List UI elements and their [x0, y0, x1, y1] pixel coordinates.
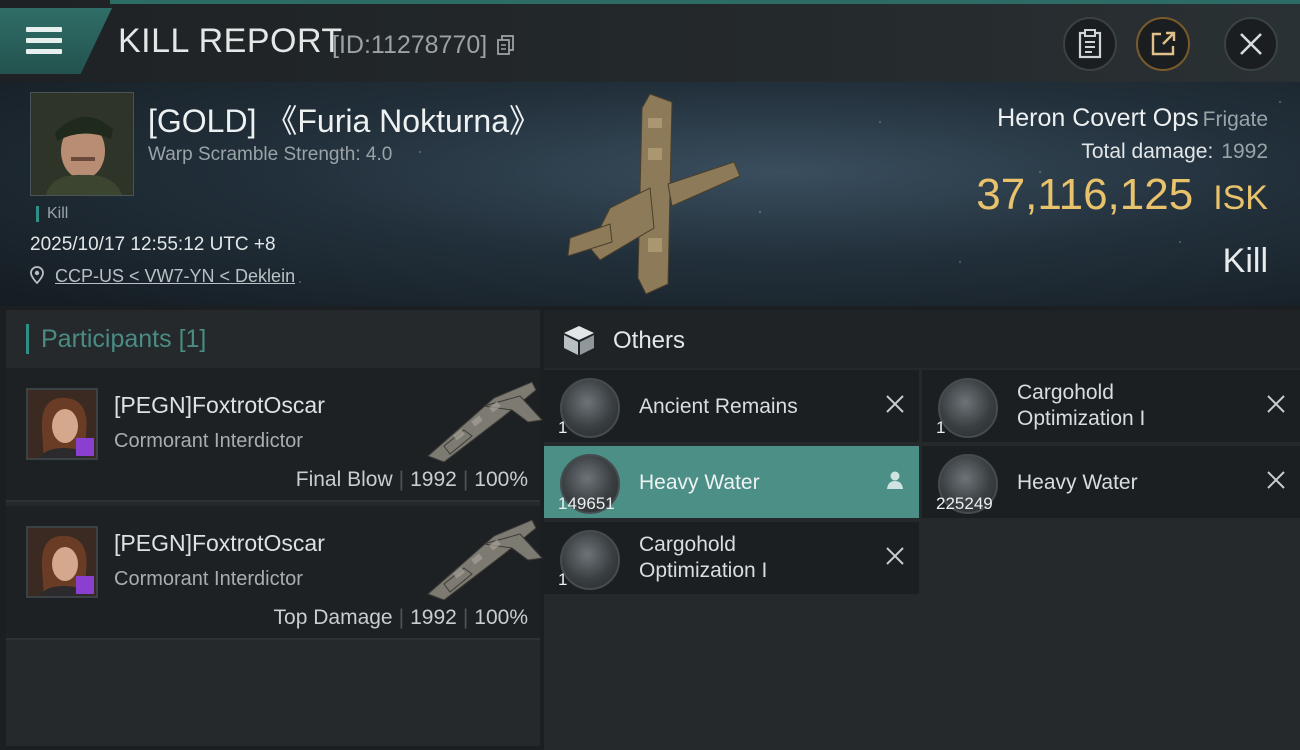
- participant-ship: Cormorant Interdictor: [114, 430, 303, 452]
- participant-avatar: [26, 526, 98, 598]
- isk-unit: ISK: [1213, 179, 1268, 217]
- victim-ship-image: [567, 93, 741, 295]
- divider: |: [398, 468, 405, 491]
- item-name: Heavy Water: [1017, 471, 1138, 494]
- close-button[interactable]: [1224, 17, 1278, 71]
- others-title: Others: [613, 327, 686, 354]
- item-quantity: 1: [558, 418, 568, 437]
- kill-location: CCP-US < VW7-YN < Deklein: [30, 266, 295, 287]
- pilot-badge-icon: [76, 438, 94, 456]
- participant-percent: 100%: [474, 606, 528, 629]
- item-name: Ancient Remains: [639, 395, 798, 418]
- cube-icon: [564, 326, 594, 355]
- person-icon[interactable]: [885, 470, 905, 490]
- item-quantity: 1: [936, 418, 946, 437]
- participant-percent: 100%: [474, 468, 528, 491]
- menu-button[interactable]: [0, 8, 112, 74]
- page-title: KILL REPORT: [118, 22, 343, 60]
- total-damage-label: Total damage:: [1081, 140, 1214, 163]
- kill-summary: [GOLD] 《Furia Nokturna》 Warp Scramble St…: [0, 82, 1300, 306]
- top-accent-line: [110, 0, 1300, 4]
- share-icon: [1151, 31, 1176, 56]
- victim-ship-class: Frigate: [1202, 108, 1268, 131]
- top-bar: KILL REPORT [ID:11278770]: [0, 0, 1300, 82]
- clipboard-icon: [1078, 29, 1102, 59]
- close-icon[interactable]: [1266, 394, 1286, 414]
- participants-count: [1]: [178, 325, 207, 353]
- clipboard-button[interactable]: [1063, 17, 1117, 71]
- result-label: Kill: [1222, 242, 1268, 280]
- item-name-line-2: Optimization I: [1017, 407, 1146, 430]
- hamburger-icon: [26, 27, 62, 55]
- victim-ship: Heron Covert Ops Frigate: [997, 104, 1268, 133]
- participant-avatar: [26, 388, 98, 460]
- copy-icon[interactable]: [497, 35, 515, 55]
- pilot-portrait-image: [31, 93, 133, 195]
- isk-value: 37,116,125 ISK: [976, 170, 1268, 220]
- cargohold-optimization-icon: [938, 378, 998, 438]
- participant-name[interactable]: [PEGN]FoxtrotOscar: [114, 392, 325, 419]
- ancient-remains-icon: [560, 378, 620, 438]
- item-name-line-2: Optimization I: [639, 559, 768, 582]
- total-damage: Total damage: 1992: [1081, 140, 1268, 164]
- participant-stats: Final Blow | 1992 | 100%: [296, 468, 528, 492]
- loot-item[interactable]: 225249 Heavy Water: [922, 446, 1300, 518]
- total-damage-value: 1992: [1221, 140, 1268, 163]
- item-quantity: 149651: [558, 494, 615, 513]
- victim-name[interactable]: [GOLD] 《Furia Nokturna》: [148, 96, 541, 142]
- item-quantity: 1: [558, 570, 568, 589]
- participants-panel: Participants [1] [PEGN]FoxtrotOscar Corm…: [6, 310, 544, 746]
- isk-amount: 37,116,125: [976, 170, 1194, 219]
- close-icon[interactable]: [885, 394, 905, 414]
- item-name-line-1: Cargohold: [1017, 381, 1114, 404]
- loot-item[interactable]: 1 Cargohold Optimization I: [922, 370, 1300, 442]
- pilot-badge-icon: [76, 576, 94, 594]
- report-id: [ID:11278770]: [332, 31, 488, 59]
- item-quantity: 225249: [936, 494, 993, 513]
- participant-damage: 1992: [410, 606, 457, 629]
- others-panel: Others 1 Ancient Remains 1 Cargohold Opt…: [544, 310, 1300, 750]
- participant-card[interactable]: [PEGN]FoxtrotOscar Cormorant Interdictor…: [6, 368, 544, 502]
- loot-item-selected[interactable]: 149651 Heavy Water: [544, 446, 919, 518]
- warp-scramble-strength: Warp Scramble Strength: 4.0: [148, 144, 393, 165]
- participants-label: Participants: [41, 325, 172, 353]
- location-pin-icon: [30, 266, 44, 285]
- close-icon[interactable]: [885, 546, 905, 566]
- others-header: Others: [544, 310, 1300, 368]
- item-name: Heavy Water: [639, 471, 760, 494]
- location-link[interactable]: CCP-US < VW7-YN < Deklein: [55, 266, 295, 286]
- victim-portrait[interactable]: [30, 92, 134, 196]
- participant-stats: Top Damage | 1992 | 100%: [274, 606, 528, 630]
- participant-ship-image: [427, 519, 544, 600]
- close-icon: [1240, 33, 1262, 55]
- divider: |: [398, 606, 405, 629]
- close-icon[interactable]: [1266, 470, 1286, 490]
- divider: |: [462, 606, 469, 629]
- kill-tag: Kill: [36, 206, 68, 222]
- participant-damage: 1992: [410, 468, 457, 491]
- item-name-line-1: Cargohold: [639, 533, 736, 556]
- participants-header: Participants [1]: [26, 324, 206, 354]
- kill-timestamp: 2025/10/17 12:55:12 UTC +8: [30, 234, 276, 255]
- participant-ship-image: [427, 381, 544, 462]
- cargohold-optimization-icon: [560, 530, 620, 590]
- participant-card[interactable]: [PEGN]FoxtrotOscar Cormorant Interdictor…: [6, 506, 544, 640]
- share-button[interactable]: [1136, 17, 1190, 71]
- divider: |: [462, 468, 469, 491]
- participant-role: Top Damage: [273, 606, 393, 629]
- participant-ship: Cormorant Interdictor: [114, 568, 303, 590]
- participant-name[interactable]: [PEGN]FoxtrotOscar: [114, 530, 325, 557]
- loot-item[interactable]: 1 Cargohold Optimization I: [544, 522, 919, 594]
- loot-item[interactable]: 1 Ancient Remains: [544, 370, 919, 442]
- victim-ship-name[interactable]: Heron Covert Ops: [997, 104, 1198, 132]
- participant-role: Final Blow: [295, 468, 393, 491]
